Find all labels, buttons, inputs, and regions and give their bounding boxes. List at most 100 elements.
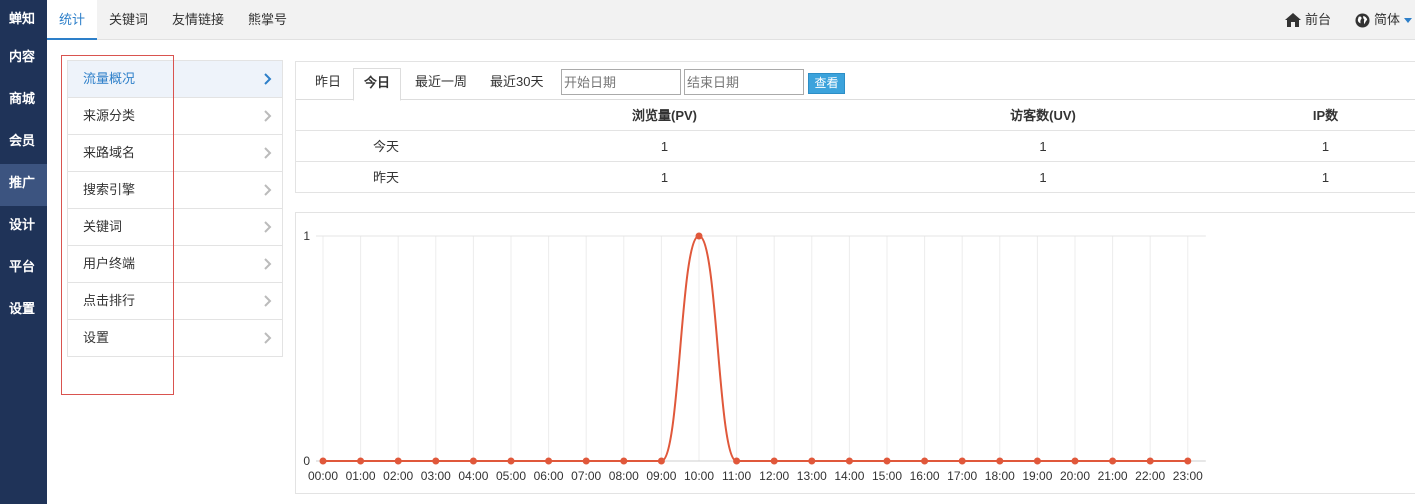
stats-panel: 昨日 今日 最近一周 最近30天 查看 浏览量(PV) 访客数(UV) IP数 … <box>295 61 1415 193</box>
nav-item-design[interactable]: 设计 <box>0 206 47 248</box>
nav-item-platform[interactable]: 平台 <box>0 248 47 290</box>
data-point <box>432 457 440 465</box>
globe-icon <box>1355 12 1370 28</box>
x-tick-label: 14:00 <box>834 469 864 483</box>
x-tick-label: 03:00 <box>421 469 451 483</box>
x-tick-label: 23:00 <box>1173 469 1203 483</box>
x-tick-label: 18:00 <box>985 469 1015 483</box>
menu-item-label: 流量概况 <box>83 71 136 86</box>
menu-item-label: 设置 <box>83 330 110 345</box>
menu-item-click-ranking[interactable]: 点击排行 <box>68 283 282 320</box>
traffic-chart: 0 1 00:00 01:00 02:00 03:00 04:00 05:00 06:00 07:… <box>295 212 1415 494</box>
nav-item-members[interactable]: 会员 <box>0 122 47 164</box>
tab-keywords[interactable]: 关键词 <box>109 0 148 40</box>
tab-bear-paw[interactable]: 熊掌号 <box>248 0 287 40</box>
nav-item-shop[interactable]: 商城 <box>0 80 47 122</box>
data-point <box>845 457 853 465</box>
data-point <box>657 457 665 465</box>
x-tick-label: 09:00 <box>646 469 676 483</box>
x-tick-label: 05:00 <box>496 469 526 483</box>
top-bar: 统计 关键词 友情链接 熊掌号 前台 简体 <box>47 0 1415 40</box>
tab-today[interactable]: 今日 <box>353 68 401 101</box>
end-date-input[interactable] <box>684 69 804 95</box>
x-tick-label: 19:00 <box>1022 469 1052 483</box>
header-cell: IP数 <box>1312 108 1339 123</box>
chevron-right-icon <box>264 110 272 122</box>
tab-last-30-days[interactable]: 最近30天 <box>490 68 543 100</box>
tab-friend-links[interactable]: 友情链接 <box>172 0 224 40</box>
language-switcher[interactable]: 简体 <box>1355 0 1413 40</box>
x-tick-label: 15:00 <box>872 469 902 483</box>
x-tick-label: 08:00 <box>609 469 639 483</box>
x-tick-label: 22:00 <box>1135 469 1165 483</box>
start-date-input[interactable] <box>561 69 681 95</box>
tab-yesterday[interactable]: 昨日 <box>315 68 341 100</box>
table-cell: 昨天 <box>372 170 399 185</box>
table-cell: 1 <box>1321 170 1330 185</box>
chevron-right-icon <box>264 332 272 344</box>
nav-item-promotion[interactable]: 推广 <box>0 164 47 206</box>
data-point <box>1071 457 1079 465</box>
chevron-right-icon <box>264 147 272 159</box>
data-point <box>469 457 477 465</box>
table-cell: 1 <box>1039 139 1047 154</box>
data-point <box>1033 457 1041 465</box>
x-tick-label: 17:00 <box>947 469 977 483</box>
y-tick-label: 0 <box>303 454 310 468</box>
data-point <box>921 457 929 465</box>
data-point <box>733 457 741 465</box>
stats-side-menu: 流量概况 来源分类 来路域名 搜索引擎 关键词 用户终端 点击排行 设置 <box>67 60 283 357</box>
line-chart: 0 1 00:00 01:00 02:00 03:00 04:00 05:00 06:00 07:… <box>303 229 1206 483</box>
data-point <box>1146 457 1154 465</box>
header-cell: 访客数(UV) <box>1010 108 1076 123</box>
x-tick-label: 20:00 <box>1060 469 1090 483</box>
data-point <box>883 457 891 465</box>
x-tick-label: 07:00 <box>571 469 601 483</box>
chevron-right-icon <box>264 73 272 85</box>
data-point <box>582 457 590 465</box>
x-tick-label: 00:00 <box>308 469 338 483</box>
nav-item-content[interactable]: 内容 <box>0 38 47 80</box>
x-tick-label: 21:00 <box>1098 469 1128 483</box>
menu-item-label: 用户终端 <box>83 256 136 271</box>
menu-item-settings[interactable]: 设置 <box>68 320 282 357</box>
frontend-link[interactable]: 前台 <box>1285 0 1331 40</box>
frontend-label: 前台 <box>1305 12 1332 27</box>
menu-item-label: 关键词 <box>83 219 123 234</box>
table-cell: 1 <box>660 139 669 154</box>
tab-statistics[interactable]: 统计 <box>47 0 97 40</box>
data-point <box>808 457 816 465</box>
menu-item-label: 点击排行 <box>83 293 136 308</box>
chevron-right-icon <box>264 295 272 307</box>
data-point <box>996 457 1004 465</box>
y-tick-label: 1 <box>303 229 310 243</box>
table-cell: 1 <box>660 170 669 185</box>
home-icon <box>1285 13 1301 27</box>
menu-item-label: 搜索引擎 <box>83 182 136 197</box>
table-cell: 1 <box>1039 170 1047 185</box>
table-cell: 今天 <box>372 139 399 154</box>
tab-last-week[interactable]: 最近一周 <box>415 68 467 100</box>
x-tick-label: 01:00 <box>346 469 376 483</box>
x-tick-label: 04:00 <box>458 469 488 483</box>
nav-item-settings[interactable]: 设置 <box>0 290 47 332</box>
language-label: 简体 <box>1374 12 1401 27</box>
menu-item-keywords[interactable]: 关键词 <box>68 209 282 246</box>
chevron-right-icon <box>264 221 272 233</box>
menu-item-referrer-domain[interactable]: 来路域名 <box>68 135 282 172</box>
menu-item-user-terminal[interactable]: 用户终端 <box>68 246 282 283</box>
x-tick-label: 13:00 <box>797 469 827 483</box>
data-point <box>620 457 628 465</box>
menu-item-traffic-overview[interactable]: 流量概况 <box>68 61 282 98</box>
series-line <box>323 234 1188 462</box>
x-tick-label: 02:00 <box>383 469 413 483</box>
nav-item-brand[interactable]: 蝉知 <box>0 0 47 38</box>
range-tabs: 昨日 今日 最近一周 最近30天 查看 <box>296 62 1415 101</box>
x-tick-label: 16:00 <box>910 469 940 483</box>
view-button[interactable]: 查看 <box>808 73 845 94</box>
main-nav: 蝉知 内容 商城 会员 推广 设计 平台 设置 <box>0 0 47 504</box>
menu-item-search-engine[interactable]: 搜索引擎 <box>68 172 282 209</box>
data-point <box>1184 457 1192 465</box>
chevron-right-icon <box>264 258 272 270</box>
menu-item-source-category[interactable]: 来源分类 <box>68 98 282 135</box>
